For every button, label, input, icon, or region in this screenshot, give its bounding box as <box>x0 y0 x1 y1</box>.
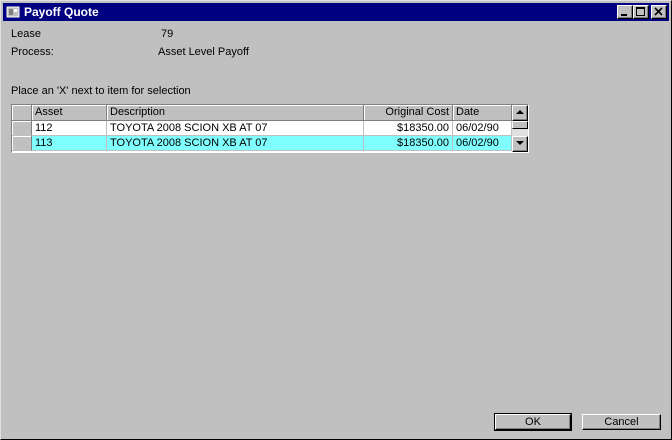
cell-asset: 113 <box>32 136 107 151</box>
table-row[interactable]: 112 TOYOTA 2008 SCION XB AT 07 $18350.00… <box>12 121 512 136</box>
minimize-button[interactable] <box>617 5 633 19</box>
header-asset[interactable]: Asset <box>32 105 107 121</box>
scroll-thumb[interactable] <box>512 121 528 129</box>
scroll-down-button[interactable] <box>512 136 528 152</box>
arrow-up-icon <box>516 110 524 114</box>
cell-original-cost: $18350.00 <box>364 136 453 151</box>
table-row[interactable]: 113 TOYOTA 2008 SCION XB AT 07 $18350.00… <box>12 136 512 151</box>
minimize-icon <box>621 14 627 16</box>
maximize-icon <box>636 7 645 16</box>
cell-original-cost: $18350.00 <box>364 121 453 136</box>
process-value: Asset Level Payoff <box>158 46 249 58</box>
cell-description: TOYOTA 2008 SCION XB AT 07 <box>107 136 364 151</box>
close-button[interactable] <box>651 5 667 19</box>
maximize-button[interactable] <box>633 5 649 19</box>
row-selector[interactable] <box>12 136 32 151</box>
asset-grid[interactable]: Asset Description Original Cost Date 112… <box>11 104 529 153</box>
arrow-down-icon <box>516 141 524 145</box>
selection-instruction: Place an 'X' next to item for selection <box>11 85 191 97</box>
header-indicator <box>12 105 32 121</box>
payoff-quote-window: Payoff Quote Lease 79 Process: Asset Lev… <box>0 0 672 440</box>
cancel-button[interactable]: Cancel <box>582 414 661 430</box>
cell-asset: 112 <box>32 121 107 136</box>
scroll-up-button[interactable] <box>512 105 528 121</box>
close-icon <box>654 7 663 16</box>
cell-date: 06/02/90 <box>453 136 512 151</box>
title-bar[interactable]: Payoff Quote <box>3 3 669 21</box>
lease-label: Lease <box>11 28 41 40</box>
row-selector[interactable] <box>12 121 32 136</box>
process-label: Process: <box>11 46 54 58</box>
ok-button[interactable]: OK <box>494 413 572 431</box>
header-description[interactable]: Description <box>107 105 364 121</box>
app-icon <box>6 5 20 19</box>
header-date[interactable]: Date <box>453 105 512 121</box>
cell-date: 06/02/90 <box>453 121 512 136</box>
window-title: Payoff Quote <box>24 5 99 19</box>
vertical-scrollbar[interactable] <box>512 105 528 152</box>
lease-value: 79 <box>161 28 174 40</box>
cell-description: TOYOTA 2008 SCION XB AT 07 <box>107 121 364 136</box>
header-original-cost[interactable]: Original Cost <box>364 105 453 121</box>
